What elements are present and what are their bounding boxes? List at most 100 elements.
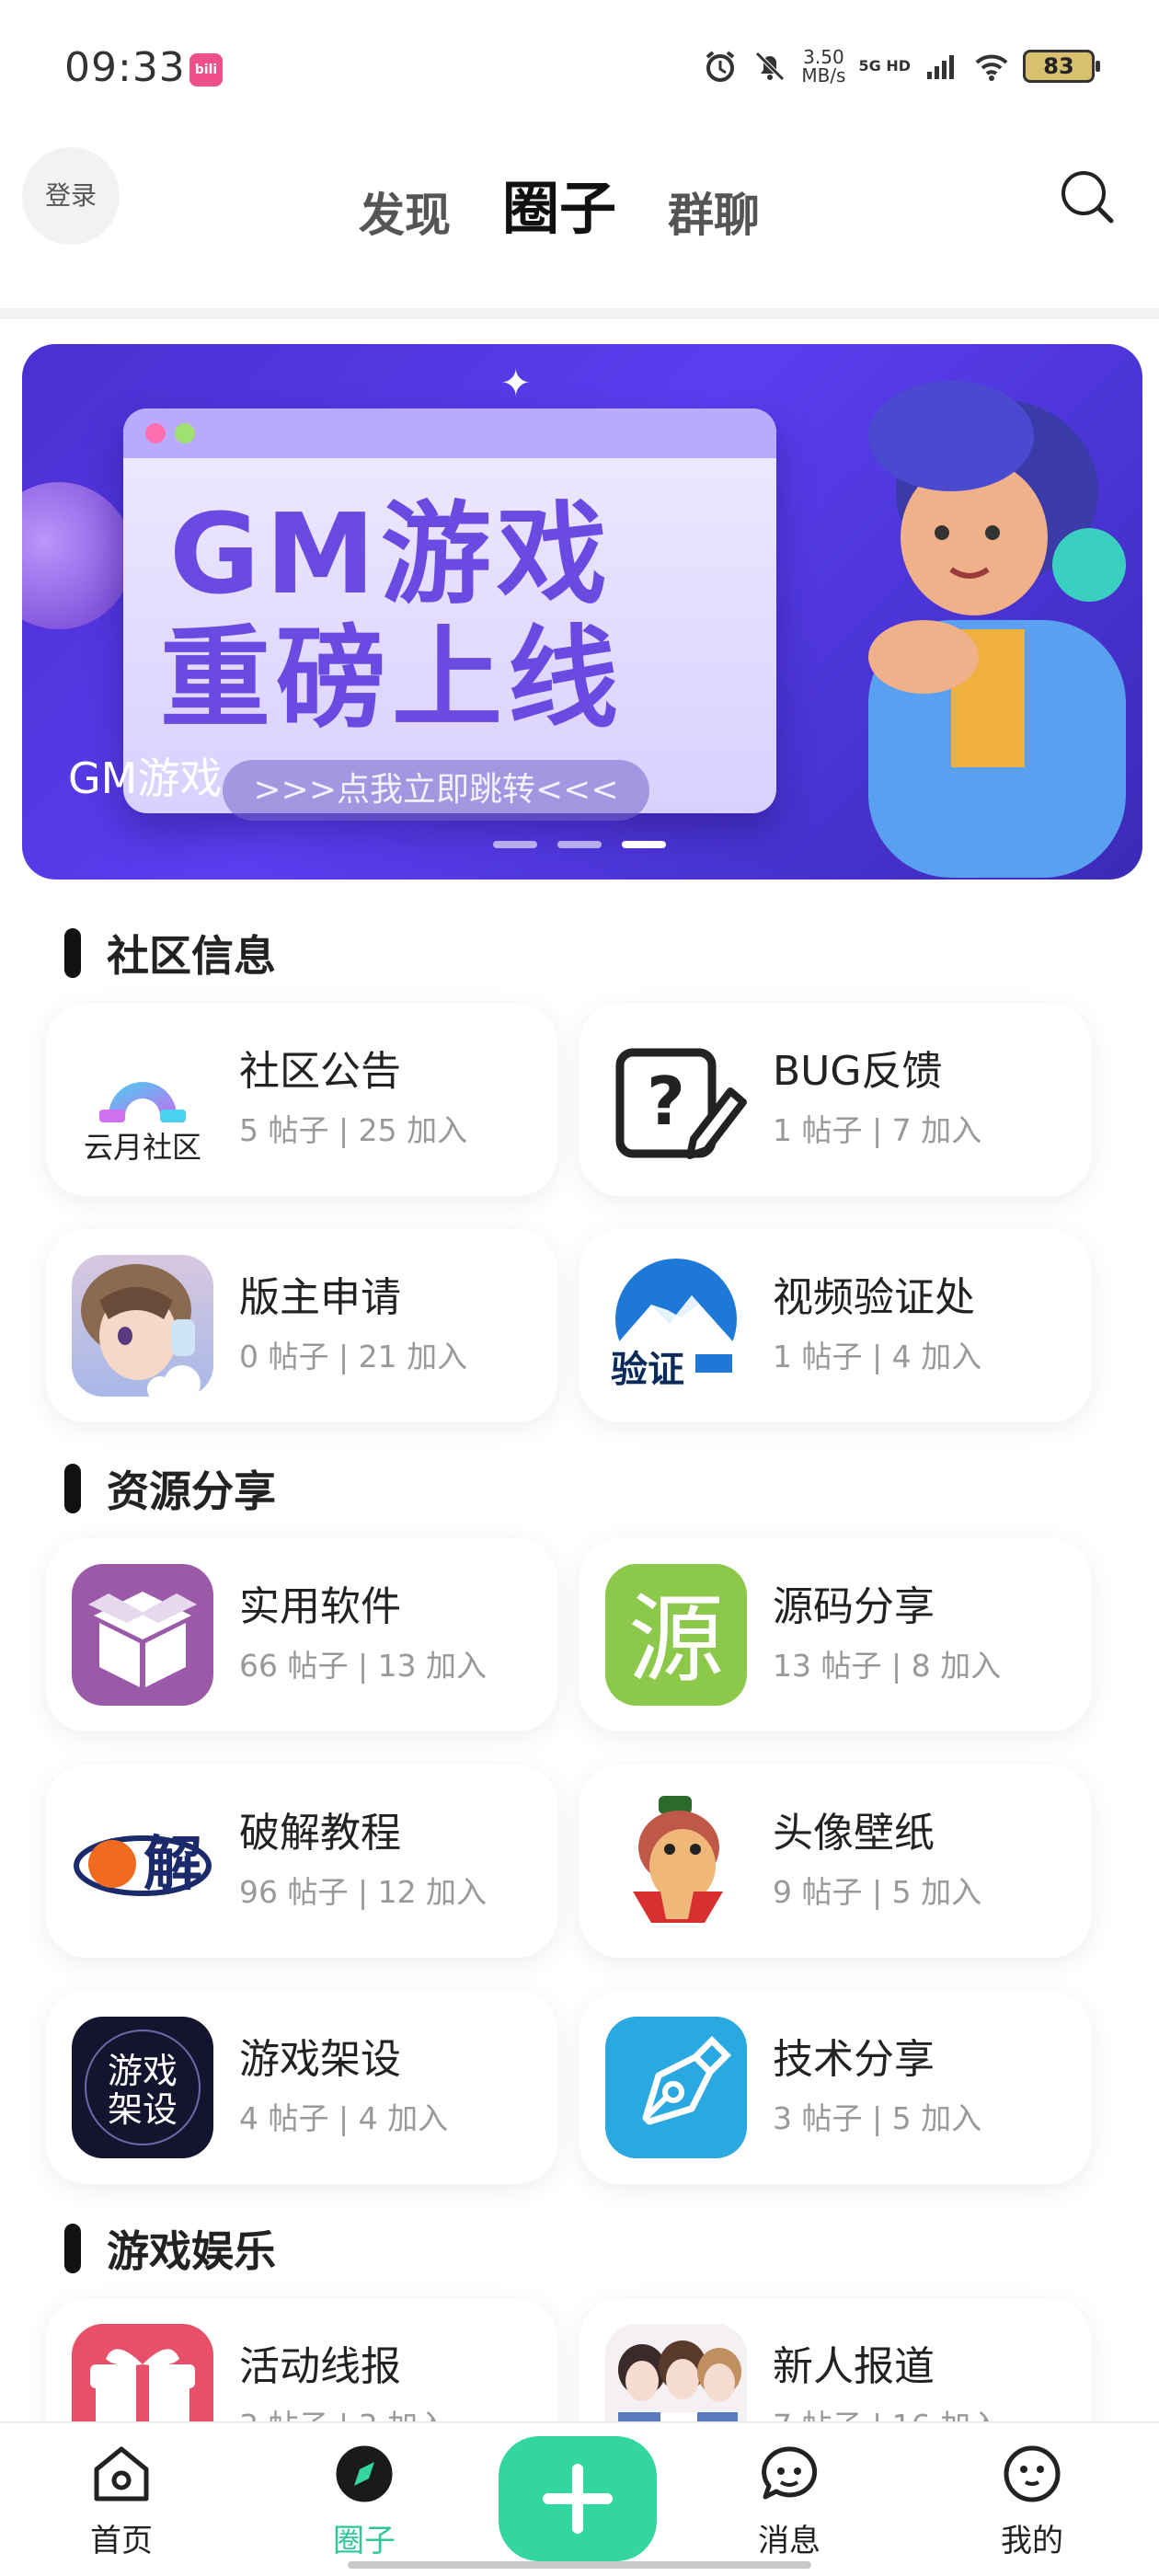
- banner-pagination: [493, 841, 666, 848]
- chat-icon: [762, 2446, 818, 2500]
- circle-card[interactable]: 云月社区 社区公告 5 帖子 | 25 加入: [46, 1003, 557, 1196]
- question-edit-icon: ?: [605, 1029, 747, 1170]
- nav-messages[interactable]: 消息: [716, 2423, 863, 2560]
- window-dot-icon: [175, 423, 195, 443]
- status-time: 09:33: [64, 44, 186, 91]
- svg-text:架设: 架设: [108, 2089, 178, 2130]
- login-button[interactable]: 登录: [22, 147, 120, 245]
- banner-caption: GM游戏: [68, 753, 223, 803]
- circle-card[interactable]: 头像壁纸 9 帖子 | 5 加入: [580, 1765, 1091, 1958]
- alarm-icon: [706, 51, 735, 82]
- card-name: 社区公告: [239, 1048, 401, 1095]
- nav-label: 圈子: [333, 2523, 396, 2559]
- card-stats: 0 帖子 | 21 加入: [239, 1339, 468, 1374]
- cartoon-monkey-icon: [605, 1790, 747, 1932]
- card-name: 技术分享: [773, 2036, 935, 2083]
- card-name: 游戏架设: [239, 2036, 401, 2083]
- create-post-button[interactable]: [499, 2436, 657, 2561]
- banner-headline-line1: GM游戏: [169, 491, 613, 619]
- battery-indicator: 83: [1023, 50, 1100, 83]
- sparkle-icon: ✦: [500, 362, 532, 405]
- circle-card[interactable]: ? BUG反馈 1 帖子 | 7 加入: [580, 1003, 1091, 1196]
- top-header: 登录 发现 圈子 群聊: [0, 138, 1159, 304]
- top-tabs: 发现 圈子 群聊: [359, 162, 760, 245]
- network-speed: 3.50 MB/s: [801, 48, 845, 85]
- card-name: 版主申请: [239, 1274, 401, 1321]
- section-header-resource-sharing: 资源分享: [64, 1461, 276, 1516]
- circle-card[interactable]: 验证 视频验证处 1 帖子 | 4 加入: [580, 1229, 1091, 1422]
- home-icon: [94, 2446, 149, 2501]
- section-header-game-entertainment: 游戏娱乐: [64, 2221, 276, 2276]
- pen-tool-icon: [605, 2017, 747, 2158]
- banner-headline-line2: 重磅上线: [160, 615, 624, 743]
- nav-label: 首页: [90, 2523, 153, 2559]
- card-name: 新人报道: [773, 2343, 935, 2390]
- icon-text: 解: [143, 1831, 202, 1899]
- window-dot-icon: [145, 423, 166, 443]
- card-stats: 96 帖子 | 12 加入: [239, 1874, 488, 1910]
- anime-avatar-icon: [72, 1255, 213, 1397]
- signal-icon: [927, 55, 954, 79]
- game-setup-icon: 游戏 架设: [72, 2017, 213, 2158]
- card-name: 活动线报: [239, 2343, 401, 2390]
- icon-text: 源: [628, 1583, 724, 1696]
- box-icon: [72, 1564, 213, 1706]
- card-name: 源码分享: [773, 1583, 935, 1630]
- section-marker: [64, 1464, 81, 1513]
- card-stats: 9 帖子 | 5 加入: [773, 1874, 982, 1910]
- circle-card[interactable]: 技术分享 3 帖子 | 5 加入: [580, 1991, 1091, 2184]
- nav-label: 消息: [758, 2523, 820, 2559]
- profile-icon: [1004, 2445, 1061, 2502]
- pagination-dot[interactable]: [557, 841, 602, 848]
- pagination-dot[interactable]: [493, 841, 537, 848]
- network-speed-value: 3.50: [803, 46, 844, 68]
- icon-text: 云月社区: [84, 1130, 201, 1165]
- pagination-dot-active[interactable]: [622, 841, 666, 848]
- network-speed-unit: MB/s: [801, 64, 846, 86]
- nav-profile[interactable]: 我的: [958, 2423, 1106, 2560]
- svg-text:?: ?: [647, 1063, 685, 1140]
- section-title: 资源分享: [107, 1466, 276, 1516]
- card-name: 实用软件: [239, 1583, 401, 1630]
- card-stats: 1 帖子 | 4 加入: [773, 1339, 982, 1374]
- planet-decoration: [22, 482, 132, 629]
- nav-label: 我的: [1001, 2523, 1063, 2559]
- card-stats: 3 帖子 | 5 加入: [773, 2100, 982, 2136]
- section-header-community-info: 社区信息: [64, 926, 276, 981]
- nav-circles[interactable]: 圈子: [291, 2423, 438, 2560]
- section-title: 游戏娱乐: [107, 2226, 276, 2276]
- banner-cta-button[interactable]: >>>点我立即跳转<<<: [223, 760, 649, 821]
- tab-group-chat[interactable]: 群聊: [668, 178, 760, 245]
- card-name: BUG反馈: [773, 1048, 943, 1095]
- pojie-logo-icon: 解: [72, 1790, 213, 1932]
- card-stats: 4 帖子 | 4 加入: [239, 2100, 449, 2136]
- card-name: 视频验证处: [773, 1274, 975, 1321]
- circle-card[interactable]: 游戏 架设 游戏架设 4 帖子 | 4 加入: [46, 1991, 557, 2184]
- circle-card[interactable]: 源 源码分享 13 帖子 | 8 加入: [580, 1538, 1091, 1731]
- card-stats: 1 帖子 | 7 加入: [773, 1112, 982, 1148]
- svg-text:游戏: 游戏: [108, 2051, 178, 2091]
- card-stats: 5 帖子 | 25 加入: [239, 1112, 468, 1148]
- section-title: 社区信息: [107, 931, 276, 981]
- circle-card[interactable]: 解 破解教程 96 帖子 | 12 加入: [46, 1765, 557, 1958]
- plus-icon: [543, 2464, 613, 2534]
- compass-icon: [336, 2445, 393, 2502]
- section-marker: [64, 2224, 81, 2273]
- icon-text: 验证: [611, 1349, 684, 1391]
- status-indicators: 3.50 MB/s 5G HD 83: [702, 48, 1100, 85]
- circle-card[interactable]: 实用软件 66 帖子 | 13 加入: [46, 1538, 557, 1731]
- nav-home[interactable]: 首页: [48, 2423, 195, 2560]
- mountain-verify-icon: 验证: [605, 1255, 747, 1397]
- mute-bell-icon: [755, 52, 786, 81]
- window-titlebar: [123, 408, 776, 458]
- card-name: 头像壁纸: [773, 1810, 935, 1857]
- promo-banner[interactable]: ✦ ✦ GM游戏 重磅上线 >>>点我立即跳转<<< GM游戏: [22, 344, 1142, 880]
- source-char-icon: 源: [605, 1564, 747, 1706]
- search-icon[interactable]: [1056, 166, 1120, 230]
- tab-discover[interactable]: 发现: [359, 178, 451, 245]
- home-indicator[interactable]: [348, 2561, 811, 2569]
- tab-circles[interactable]: 圈子: [502, 162, 616, 245]
- character-illustration-icon: [868, 381, 1126, 878]
- network-type: 5G HD: [858, 57, 911, 75]
- circle-card[interactable]: 版主申请 0 帖子 | 21 加入: [46, 1229, 557, 1422]
